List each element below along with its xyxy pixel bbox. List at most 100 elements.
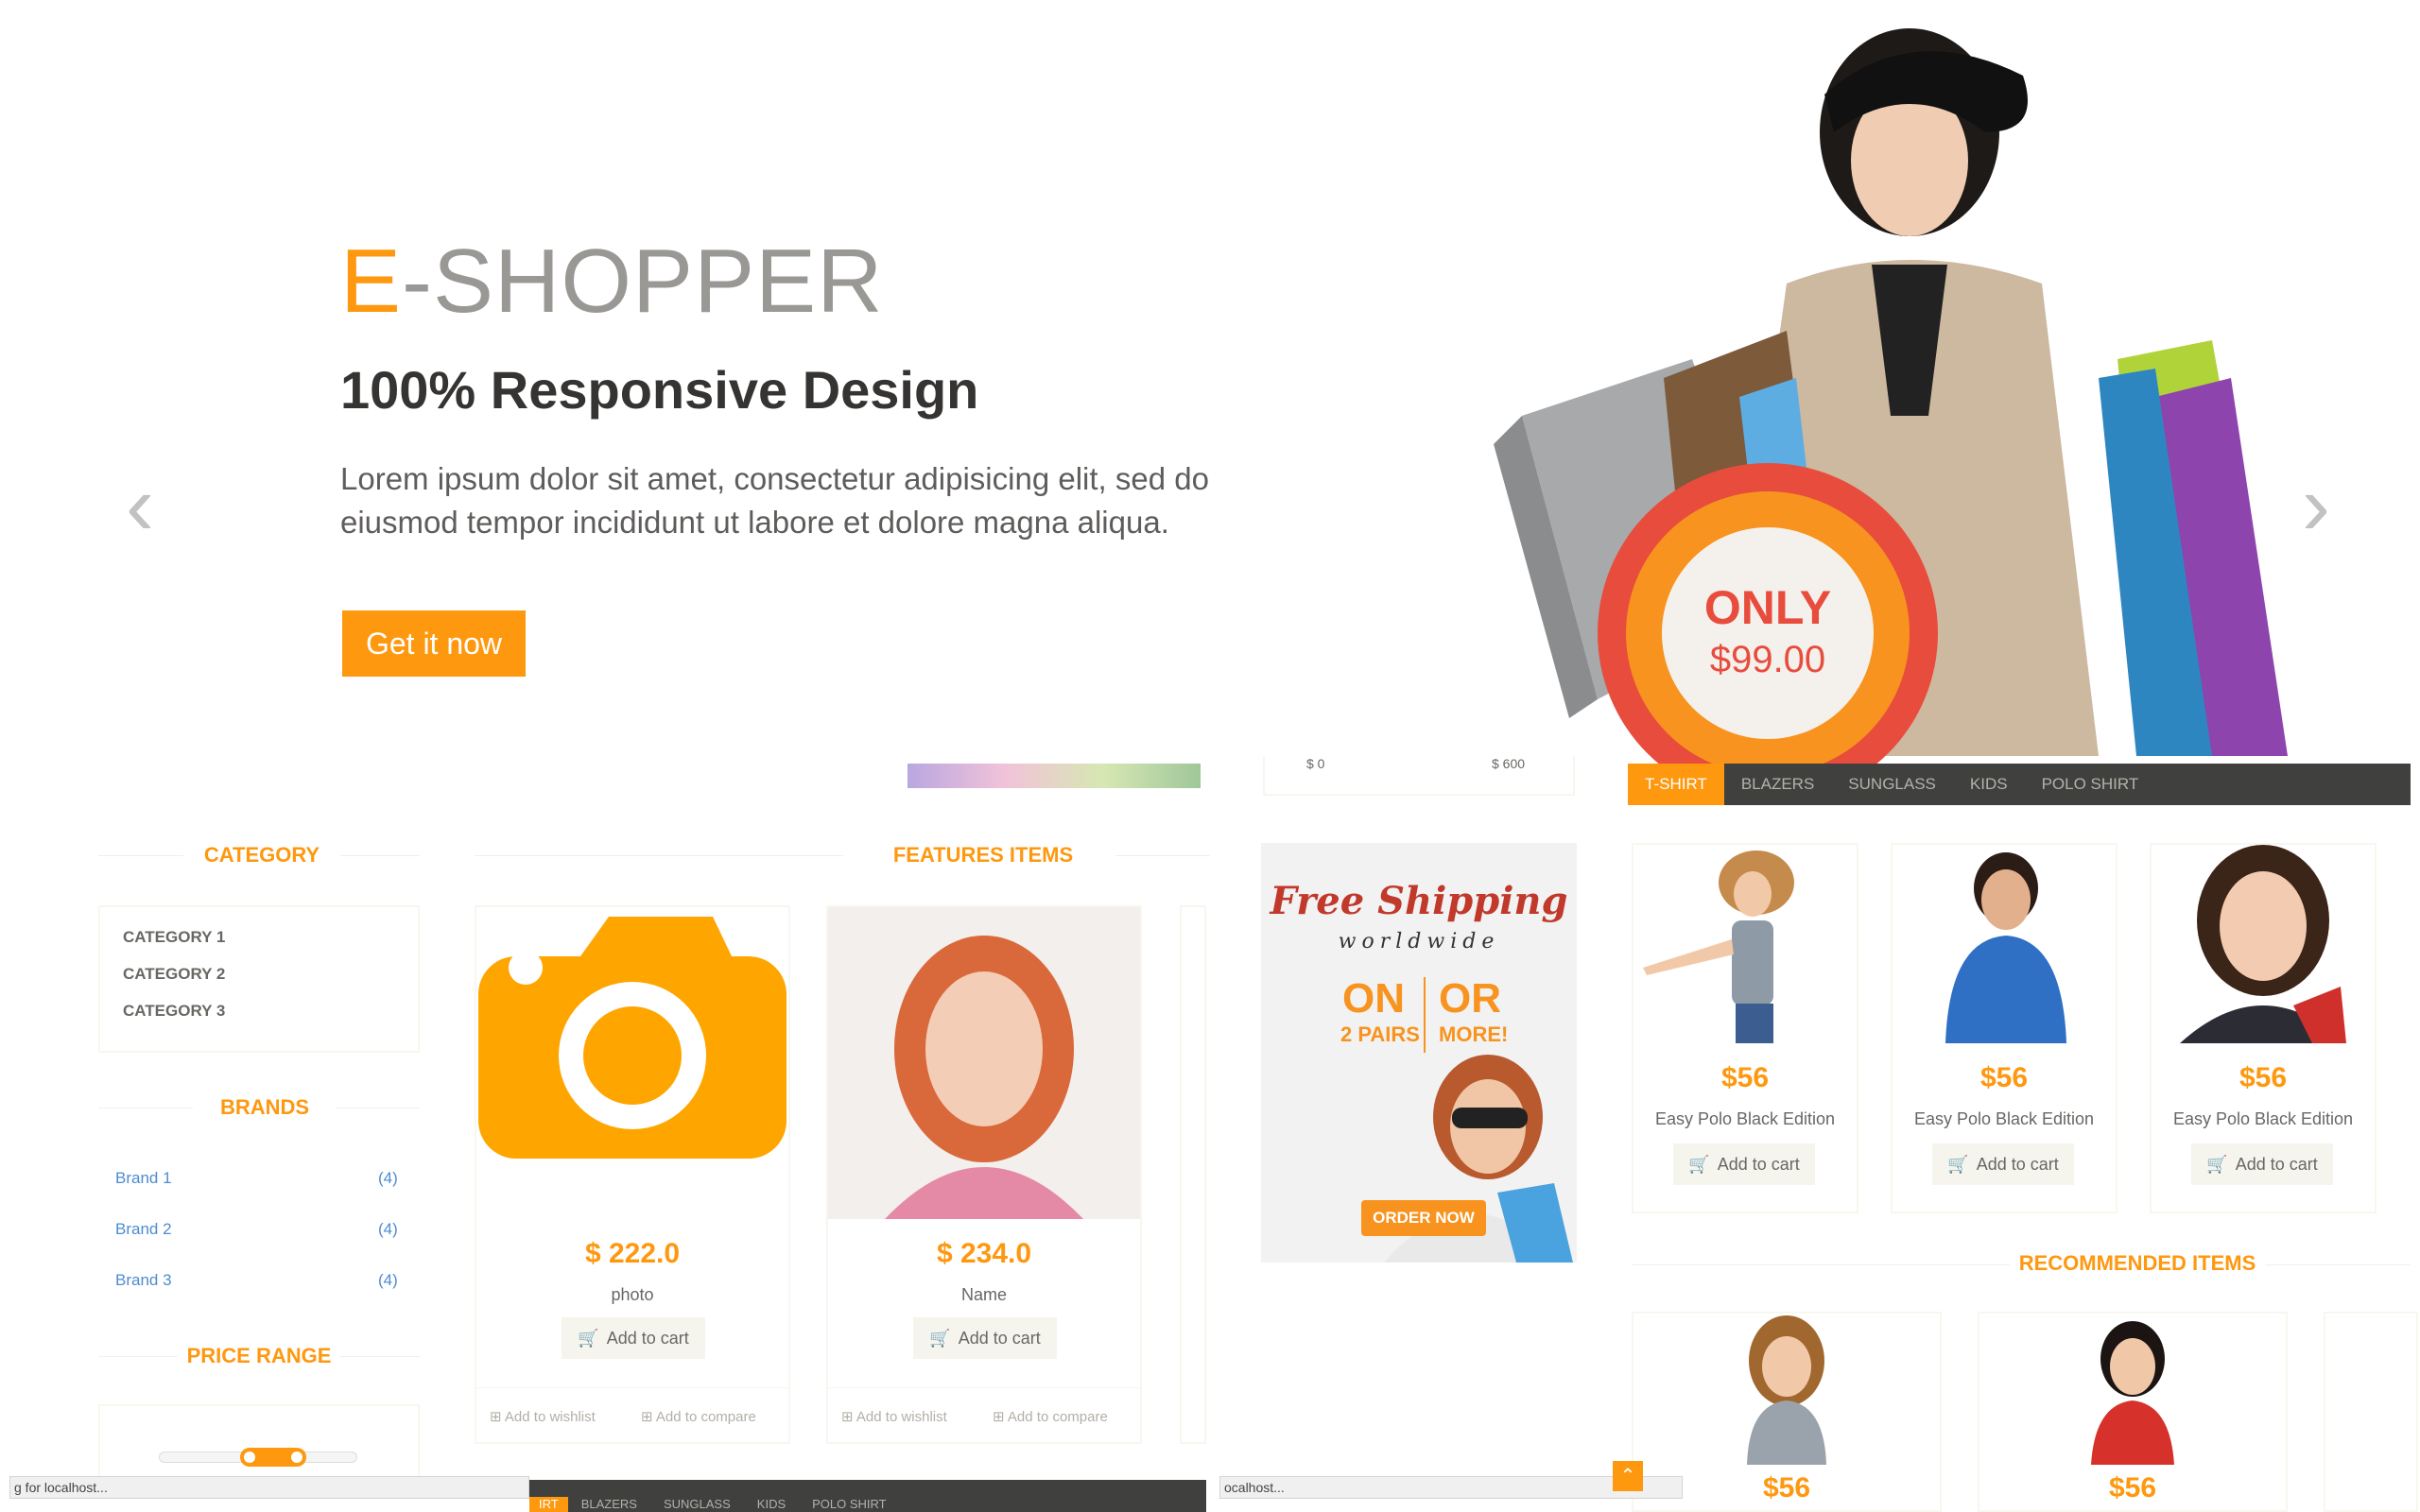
product-name: Easy Polo Black Edition xyxy=(1654,1109,1836,1128)
badge-only-text: ONLY xyxy=(1703,581,1832,634)
badge-price-text: $99.00 xyxy=(1709,639,1826,680)
product-name: Name xyxy=(960,1285,1007,1304)
brand-title: E-SHOPPER xyxy=(340,236,883,327)
product-price: $56 xyxy=(2238,1062,2288,1093)
compare-label: Add to compare xyxy=(655,1409,756,1425)
title-line xyxy=(98,855,183,856)
hero-subtitle: 100% Responsive Design xyxy=(340,360,979,420)
cropped-banner-image xyxy=(908,764,1201,788)
bottom-tab[interactable]: BLAZERS xyxy=(568,1497,650,1512)
title-line xyxy=(2265,1264,2411,1265)
add-to-compare-link[interactable]: ⊞ Add to compare xyxy=(641,1408,756,1425)
wishlist-label: Add to wishlist xyxy=(504,1409,596,1425)
add-to-cart-button[interactable]: 🛒 Add to cart xyxy=(913,1317,1057,1359)
camera-icon xyxy=(478,917,786,1159)
tab-product-card: $56 Easy Polo Black Edition 🛒 Add to cart xyxy=(2150,843,2377,1213)
slider-handle-min[interactable] xyxy=(244,1452,255,1463)
add-to-cart-button[interactable]: 🛒 Add to cart xyxy=(1932,1143,2074,1185)
brand-link[interactable]: Brand 3 xyxy=(115,1271,172,1290)
product-name: photo xyxy=(611,1285,654,1304)
title-line xyxy=(1115,855,1210,856)
tab-polo-shirt[interactable]: POLO SHIRT xyxy=(2025,764,2156,805)
tab-product-card: $56 Easy Polo Black Edition 🛒 Add to cart xyxy=(1632,843,1858,1213)
get-it-now-button[interactable]: Get it now xyxy=(342,610,526,677)
product-price: $ 222.0 xyxy=(584,1238,681,1269)
title-line xyxy=(340,1356,420,1357)
tab-blazers[interactable]: BLAZERS xyxy=(1724,764,1831,805)
hero-slider: E-SHOPPER 100% Responsive Design Lorem i… xyxy=(0,0,2420,803)
compare-label: Add to compare xyxy=(1007,1409,1108,1425)
title-line xyxy=(340,855,420,856)
product-photo-woman xyxy=(828,907,1140,1219)
slider-handle-max[interactable] xyxy=(291,1452,302,1463)
add-to-wishlist-link[interactable]: ⊞ Add to wishlist xyxy=(841,1408,947,1425)
product-name: Easy Polo Black Edition xyxy=(2172,1109,2354,1128)
recommended-items-title: RECOMMENDED ITEMS xyxy=(2018,1251,2256,1275)
card-divider xyxy=(476,1387,788,1388)
title-line xyxy=(475,855,843,856)
hero-text: Lorem ipsum dolor sit amet, consectetur … xyxy=(340,461,1209,540)
add-to-cart-label: Add to cart xyxy=(2235,1154,2318,1174)
ad-on-text: ON xyxy=(1342,975,1405,1022)
brand-count: (4) xyxy=(378,1220,398,1238)
cart-icon: 🛒 xyxy=(929,1328,951,1348)
bottom-tab[interactable]: IRT xyxy=(529,1497,568,1512)
ad-or-text: OR xyxy=(1439,975,1501,1022)
product-price: $56 xyxy=(1720,1062,1770,1093)
add-to-cart-button[interactable]: 🛒 Add to cart xyxy=(2191,1143,2333,1185)
bottom-tab[interactable]: POLO SHIRT xyxy=(799,1497,900,1512)
tab-t-shirt[interactable]: T-SHIRT xyxy=(1628,764,1724,805)
recommended-card-partial xyxy=(2324,1312,2418,1512)
cart-icon: 🛒 xyxy=(1947,1154,1969,1174)
bottom-tab[interactable]: KIDS xyxy=(744,1497,799,1512)
category-tab-bar: T-SHIRT BLAZERS SUNGLASS KIDS POLO SHIRT xyxy=(1628,764,2411,805)
add-to-cart-button[interactable]: 🛒 Add to cart xyxy=(1673,1143,1815,1185)
brand-accent-letter: E xyxy=(340,231,403,332)
bottom-tab-bar-fragment: IRT BLAZERS SUNGLASS KIDS POLO SHIRT xyxy=(529,1480,1206,1512)
title-line xyxy=(1632,1264,2010,1265)
recommended-card: $56 xyxy=(1978,1312,2288,1512)
add-to-compare-link[interactable]: ⊞ Add to compare xyxy=(993,1408,1108,1425)
tab-kids[interactable]: KIDS xyxy=(1953,764,2025,805)
ad-worldwide-text: worldwide xyxy=(1338,930,1500,954)
tab-sunglass[interactable]: SUNGLASS xyxy=(1831,764,1953,805)
category-item[interactable]: CATEGORY 2 xyxy=(123,965,225,984)
add-to-wishlist-link[interactable]: ⊞ Add to wishlist xyxy=(490,1408,596,1425)
brand-count: (4) xyxy=(378,1271,398,1289)
category-item[interactable]: CATEGORY 1 xyxy=(123,928,225,947)
card-divider xyxy=(828,1387,1140,1388)
brand-link[interactable]: Brand 1 xyxy=(115,1169,172,1188)
price-max-label: $ 600 xyxy=(1492,756,1526,771)
product-name: Easy Polo Black Edition xyxy=(1913,1109,2095,1128)
category-panel: CATEGORY 1 CATEGORY 2 CATEGORY 3 xyxy=(98,905,420,1053)
price-range-slider[interactable] xyxy=(240,1448,306,1467)
product-photo-man xyxy=(1893,845,2116,1043)
bottom-tab[interactable]: SUNGLASS xyxy=(650,1497,744,1512)
add-to-cart-button[interactable]: 🛒 Add to cart xyxy=(562,1317,705,1359)
brands-title: BRANDS xyxy=(219,1095,310,1119)
ad-free-shipping-text: Free Shipping xyxy=(1270,879,1568,923)
title-line xyxy=(98,1356,178,1357)
product-price: $ 234.0 xyxy=(936,1238,1032,1269)
recommended-photo-1 xyxy=(1634,1314,1940,1465)
product-card: $ 222.0 photo 🛒 Add to cart ⊞ Add to wish… xyxy=(475,905,790,1444)
brand-count: (4) xyxy=(378,1169,398,1187)
category-item[interactable]: CATEGORY 3 xyxy=(123,1002,225,1021)
product-photo-dancer xyxy=(1634,845,1857,1043)
add-to-cart-label: Add to cart xyxy=(1976,1154,2059,1174)
product-price: $56 xyxy=(1979,1062,2029,1093)
scroll-up-icon[interactable]: ⌃ xyxy=(1613,1461,1643,1491)
free-shipping-ad[interactable]: Free Shipping worldwide ON OR 2 PAIRS MO… xyxy=(1261,843,1577,1263)
recommended-photo-2 xyxy=(1979,1314,2286,1465)
brand-link[interactable]: Brand 2 xyxy=(115,1220,172,1239)
product-card-partial xyxy=(1180,905,1206,1444)
price-range-panel xyxy=(98,1404,420,1480)
wishlist-label: Add to wishlist xyxy=(856,1409,947,1425)
add-to-cart-label: Add to cart xyxy=(958,1328,1041,1348)
browser-status-bar: g for localhost... xyxy=(9,1476,529,1499)
order-now-button[interactable]: ORDER NOW xyxy=(1361,1200,1486,1236)
slider-prev-icon[interactable]: ‹ xyxy=(112,463,168,548)
cart-icon: 🛒 xyxy=(578,1328,599,1348)
cart-icon: 🛒 xyxy=(1688,1154,1710,1174)
add-to-cart-label: Add to cart xyxy=(606,1328,689,1348)
